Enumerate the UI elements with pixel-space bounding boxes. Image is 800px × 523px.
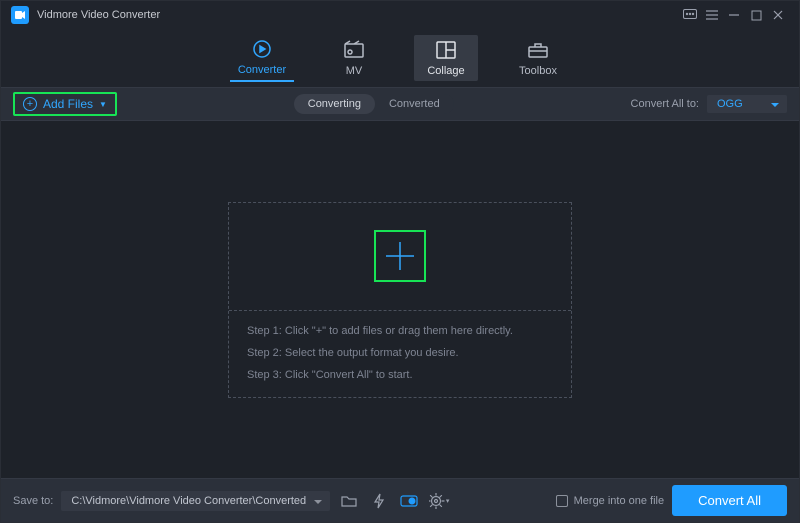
toolbar: + Add Files ▼ Converting Converted Conve… bbox=[1, 87, 799, 121]
plus-circle-icon: + bbox=[23, 97, 37, 111]
content-area: Step 1: Click "+" to add files or drag t… bbox=[1, 121, 799, 478]
tab-label: Converter bbox=[238, 64, 286, 76]
convert-all-to: Convert All to: OGG bbox=[631, 95, 787, 113]
step-text: Step 2: Select the output format you des… bbox=[247, 347, 553, 359]
settings-button[interactable]: ▾ bbox=[428, 490, 450, 512]
menu-icon[interactable] bbox=[701, 4, 723, 26]
hardware-accel-button[interactable] bbox=[368, 490, 390, 512]
converter-icon bbox=[251, 38, 273, 60]
convert-all-to-label: Convert All to: bbox=[631, 98, 699, 110]
collage-icon bbox=[435, 39, 457, 61]
instruction-steps: Step 1: Click "+" to add files or drag t… bbox=[229, 311, 571, 397]
drop-zone[interactable]: Step 1: Click "+" to add files or drag t… bbox=[228, 202, 572, 398]
app-logo-icon bbox=[11, 6, 29, 24]
tab-label: MV bbox=[346, 65, 363, 77]
tab-label: Toolbox bbox=[519, 65, 557, 77]
app-window: Vidmore Video Converter Converter bbox=[0, 0, 800, 523]
close-button[interactable] bbox=[767, 4, 789, 26]
save-to-label: Save to: bbox=[13, 495, 53, 507]
caret-down-icon: ▼ bbox=[99, 100, 107, 109]
step-text: Step 3: Click "Convert All" to start. bbox=[247, 369, 553, 381]
toolbox-icon bbox=[527, 39, 549, 61]
app-title: Vidmore Video Converter bbox=[37, 9, 160, 21]
tab-collage[interactable]: Collage bbox=[414, 35, 478, 81]
segment-converted[interactable]: Converted bbox=[375, 94, 454, 114]
tab-label: Collage bbox=[427, 65, 464, 77]
status-segmented: Converting Converted bbox=[294, 94, 454, 114]
high-speed-button[interactable] bbox=[398, 490, 420, 512]
add-files-button[interactable]: + Add Files ▼ bbox=[13, 92, 117, 116]
tab-converter[interactable]: Converter bbox=[230, 34, 294, 82]
maximize-button[interactable] bbox=[745, 4, 767, 26]
merge-label: Merge into one file bbox=[574, 495, 665, 507]
save-path-select[interactable]: C:\Vidmore\Vidmore Video Converter\Conve… bbox=[61, 491, 330, 511]
main-tabs: Converter MV Collage Toolbox bbox=[1, 29, 799, 87]
add-files-label: Add Files bbox=[43, 97, 93, 111]
add-file-plus-button[interactable] bbox=[374, 230, 426, 282]
mv-icon bbox=[343, 39, 365, 61]
checkbox-icon bbox=[556, 495, 568, 507]
tab-mv[interactable]: MV bbox=[322, 35, 386, 81]
feedback-icon[interactable] bbox=[679, 4, 701, 26]
titlebar: Vidmore Video Converter bbox=[1, 1, 799, 29]
convert-all-button[interactable]: Convert All bbox=[672, 485, 787, 516]
segment-converting[interactable]: Converting bbox=[294, 94, 375, 114]
format-select[interactable]: OGG bbox=[707, 95, 787, 113]
drop-zone-top bbox=[229, 203, 571, 311]
merge-checkbox[interactable]: Merge into one file bbox=[556, 495, 665, 507]
step-text: Step 1: Click "+" to add files or drag t… bbox=[247, 325, 553, 337]
footer: Save to: C:\Vidmore\Vidmore Video Conver… bbox=[1, 478, 799, 522]
open-folder-button[interactable] bbox=[338, 490, 360, 512]
tab-toolbox[interactable]: Toolbox bbox=[506, 35, 570, 81]
minimize-button[interactable] bbox=[723, 4, 745, 26]
